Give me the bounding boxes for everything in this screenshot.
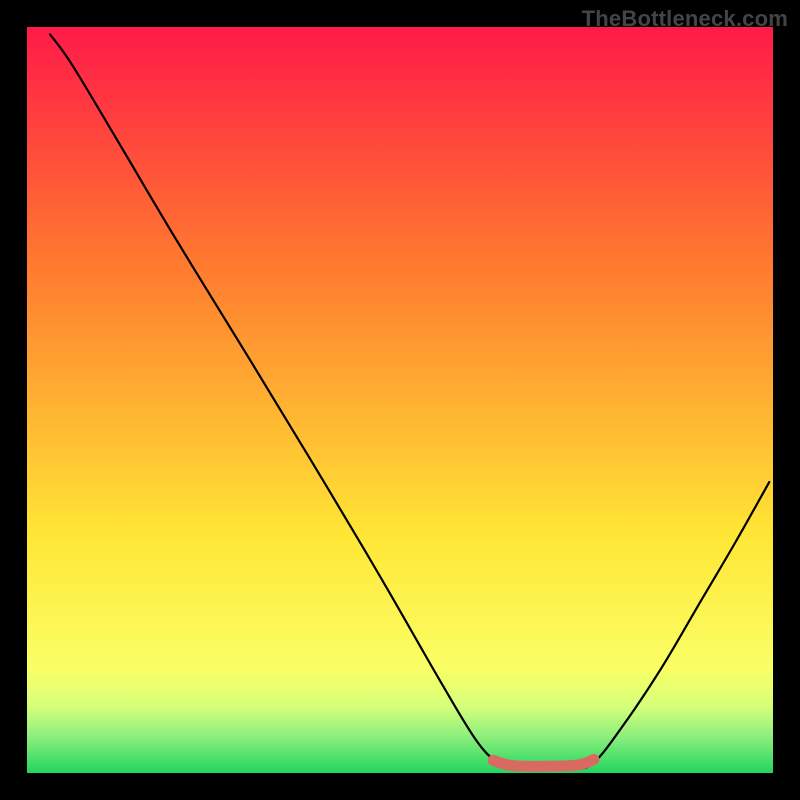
plot-background	[27, 27, 773, 773]
chart-frame: TheBottleneck.com	[0, 0, 800, 800]
bottleneck-chart	[0, 0, 800, 800]
watermark-label: TheBottleneck.com	[582, 6, 788, 32]
